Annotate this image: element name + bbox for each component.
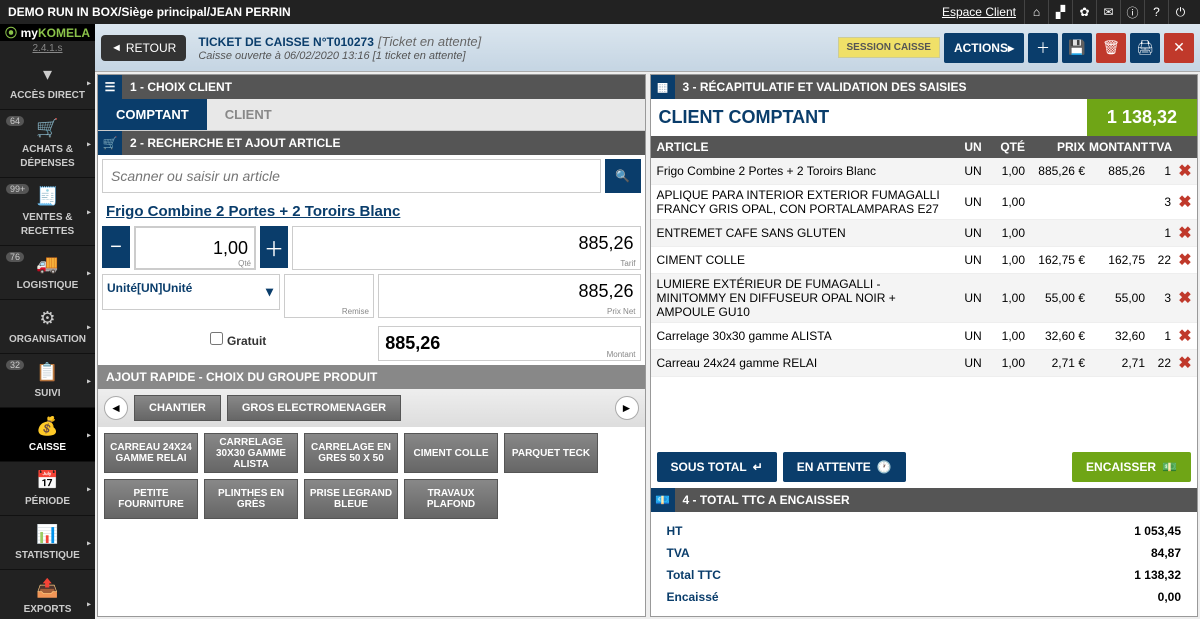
- table-row[interactable]: Carreau 24x24 gamme RELAIUN1,002,71 €2,7…: [651, 350, 1198, 377]
- product-btn-2[interactable]: CARRELAGE EN GRES 50 X 50: [304, 433, 398, 473]
- sidebar-item-0[interactable]: ▾ACCÈS DIRECT▸: [0, 56, 95, 110]
- attente-button[interactable]: EN ATTENTE 🕐: [783, 452, 906, 482]
- back-button[interactable]: ◄ RETOUR: [101, 35, 186, 61]
- sidebar-item-4[interactable]: ⚙ORGANISATION▸: [0, 300, 95, 354]
- page-title: TICKET DE CAISSE N°T010273: [198, 35, 374, 49]
- qty-minus[interactable]: −: [102, 226, 130, 268]
- actions-dropdown[interactable]: ACTIONS▸: [944, 33, 1024, 63]
- step3-title: 3 - RÉCAPITULATIF ET VALIDATION DES SAIS…: [683, 80, 967, 94]
- search-input[interactable]: [102, 159, 601, 193]
- product-btn-7[interactable]: PRISE LEGRAND BLEUE: [304, 479, 398, 519]
- breadcrumb: DEMO RUN IN BOX/Siège principal/JEAN PER…: [8, 5, 942, 19]
- sidebar-item-8[interactable]: 📊STATISTIQUE▸: [0, 516, 95, 570]
- calc-icon: ▦: [651, 75, 675, 99]
- group-next[interactable]: ►: [615, 396, 639, 420]
- table-row[interactable]: Frigo Combine 2 Portes + 2 Toroirs Blanc…: [651, 158, 1198, 185]
- table-row[interactable]: Carrelage 30x30 gamme ALISTAUN1,0032,60 …: [651, 323, 1198, 350]
- product-btn-8[interactable]: TRAVAUX PLAFOND: [404, 479, 498, 519]
- espace-client-link[interactable]: Espace Client: [942, 5, 1016, 19]
- sidebar-item-7[interactable]: 📅PÉRIODE▸: [0, 462, 95, 516]
- prixnet-field[interactable]: 885,26: [379, 275, 640, 317]
- delete-row-icon[interactable]: ✖: [1173, 161, 1197, 181]
- sidebar-item-2[interactable]: 99+🧾VENTES & RECETTES▸: [0, 178, 95, 246]
- total-badge: 1 138,32: [1087, 99, 1197, 136]
- logo: ⦿ myKOMELA: [0, 24, 95, 41]
- sidebar-item-6[interactable]: 💰CAISSE▸: [0, 408, 95, 462]
- encaisser-button[interactable]: ENCAISSER 💵: [1072, 452, 1191, 482]
- tab-client[interactable]: CLIENT: [207, 99, 290, 130]
- group-btn-0[interactable]: CHANTIER: [134, 395, 221, 421]
- delete-row-icon[interactable]: ✖: [1173, 192, 1197, 212]
- sidebar-item-5[interactable]: 32📋SUIVI▸: [0, 354, 95, 408]
- quickadd-header: AJOUT RAPIDE - CHOIX DU GROUPE PRODUIT: [98, 365, 645, 389]
- group-prev[interactable]: ◄: [104, 396, 128, 420]
- unit-select[interactable]: Unité[UN]Unité: [102, 274, 280, 310]
- session-caisse-button[interactable]: SESSION CAISSE: [838, 37, 940, 58]
- product-btn-5[interactable]: PETITE FOURNITURE: [104, 479, 198, 519]
- save-button[interactable]: 💾: [1062, 33, 1092, 63]
- delete-row-icon[interactable]: ✖: [1173, 223, 1197, 243]
- product-btn-1[interactable]: CARRELAGE 30X30 GAMME ALISTA: [204, 433, 298, 473]
- mail-icon[interactable]: ✉: [1096, 0, 1120, 24]
- step4-title: 4 - TOTAL TTC A ENCAISSER: [683, 493, 850, 507]
- product-btn-0[interactable]: CARREAU 24X24 GAMME RELAI: [104, 433, 198, 473]
- group-btn-1[interactable]: GROS ELECTROMENAGER: [227, 395, 401, 421]
- help-icon[interactable]: ?: [1144, 0, 1168, 24]
- stats-icon[interactable]: ▞: [1048, 0, 1072, 24]
- table-row[interactable]: APLIQUE PARA INTERIOR EXTERIOR FUMAGALLI…: [651, 185, 1198, 220]
- product-btn-3[interactable]: CIMENT COLLE: [404, 433, 498, 473]
- version-link[interactable]: 2.4.1.s: [0, 41, 95, 56]
- info-icon[interactable]: ⓘ: [1120, 0, 1144, 24]
- sidebar-item-1[interactable]: 64🛒ACHATS & DÉPENSES▸: [0, 110, 95, 178]
- qty-plus[interactable]: ＋: [260, 226, 288, 268]
- qty-input[interactable]: [135, 227, 255, 269]
- sidebar-item-9[interactable]: 📤EXPORTS COMPTABLES▸: [0, 570, 95, 619]
- delete-row-icon[interactable]: ✖: [1173, 288, 1197, 308]
- soustotal-button[interactable]: SOUS TOTAL ↵: [657, 452, 777, 482]
- money-icon: 💶: [651, 488, 675, 512]
- product-link[interactable]: Frigo Combine 2 Portes + 2 Toroirs Blanc: [98, 197, 645, 226]
- montant-value: 885,26: [379, 327, 446, 360]
- basket-icon: 🛒: [98, 131, 122, 155]
- step1-title: 1 - CHOIX CLIENT: [130, 80, 232, 94]
- sidebar-item-3[interactable]: 76🚚LOGISTIQUE▸: [0, 246, 95, 300]
- print-button[interactable]: 🖨: [1130, 33, 1160, 63]
- add-button[interactable]: ＋: [1028, 33, 1058, 63]
- ticket-status: [Ticket en attente]: [378, 34, 481, 49]
- step2-title: 2 - RECHERCHE ET AJOUT ARTICLE: [130, 136, 340, 150]
- product-btn-6[interactable]: PLINTHES EN GRÈS: [204, 479, 298, 519]
- list-icon: ☰: [98, 75, 122, 99]
- subtitle: Caisse ouverte à 06/02/2020 13:16 [1 tic…: [198, 50, 837, 62]
- table-row[interactable]: ENTREMET CAFE SANS GLUTENUN1,001✖: [651, 220, 1198, 247]
- delete-row-icon[interactable]: ✖: [1173, 250, 1197, 270]
- gear-icon[interactable]: ✿: [1072, 0, 1096, 24]
- search-button[interactable]: 🔍: [605, 159, 641, 193]
- power-icon[interactable]: ⏻: [1168, 0, 1192, 24]
- table-row[interactable]: CIMENT COLLEUN1,00162,75 €162,7522✖: [651, 247, 1198, 274]
- home-icon[interactable]: ⌂: [1024, 0, 1048, 24]
- tab-comptant[interactable]: COMPTANT: [98, 99, 207, 130]
- client-name: CLIENT COMPTANT: [651, 99, 1087, 136]
- table-row[interactable]: LUMIERE EXTÉRIEUR DE FUMAGALLI - MINITOM…: [651, 274, 1198, 323]
- tarif-field[interactable]: 885,26: [293, 227, 640, 269]
- delete-button[interactable]: 🗑: [1096, 33, 1126, 63]
- delete-row-icon[interactable]: ✖: [1173, 326, 1197, 346]
- delete-row-icon[interactable]: ✖: [1173, 353, 1197, 373]
- gratuit-checkbox[interactable]: [210, 332, 223, 345]
- product-btn-4[interactable]: PARQUET TECK: [504, 433, 598, 473]
- close-button[interactable]: ✕: [1164, 33, 1194, 63]
